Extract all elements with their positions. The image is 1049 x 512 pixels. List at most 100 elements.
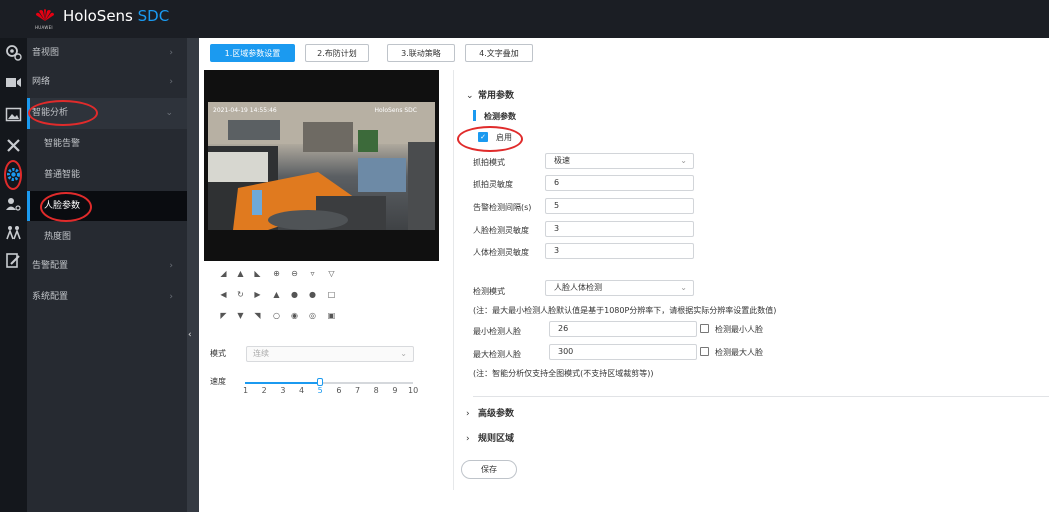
fullscreen-icon[interactable]: □	[325, 288, 338, 301]
ptz-mode-label: 模式	[210, 349, 226, 358]
speed-tick-label: 3	[280, 386, 286, 395]
chevron-down-icon: ⌄	[165, 108, 173, 118]
iris-close-icon[interactable]: ●	[288, 288, 301, 301]
face-sensitivity-input[interactable]: 3	[545, 221, 694, 237]
cruise-icon[interactable]: ◉	[288, 309, 301, 322]
video-icon[interactable]	[5, 74, 22, 91]
people-icon[interactable]	[5, 224, 22, 241]
user-search-icon[interactable]	[5, 196, 22, 213]
capture-mode-value: 极速	[554, 156, 570, 165]
ptz-stop-icon[interactable]: ↻	[234, 288, 247, 301]
ptz-down-right-button[interactable]: ◥	[251, 309, 264, 322]
preset-icon[interactable]: ○	[270, 309, 283, 322]
speed-tick-label: 1	[243, 386, 249, 395]
detect-max-face-label: 检测最大人脸	[715, 348, 763, 357]
snapshot-icon[interactable]: ▣	[325, 309, 338, 322]
sidebar-subitem-smart-alarm[interactable]: 智能告警	[27, 129, 187, 159]
capture-mode-select[interactable]: 极速 ⌄	[545, 153, 694, 169]
fullframe-note: (注：智能分析仅支持全图模式(不支持区域裁剪等))	[473, 369, 654, 378]
face-sensitivity-label: 人脸检测灵敏度	[473, 226, 529, 235]
brand-suffix: SDC	[137, 7, 170, 25]
annotation-ring-enable	[457, 126, 523, 152]
save-button[interactable]: 保存	[461, 460, 517, 479]
annotation-ring-gear	[4, 160, 22, 190]
section-title: 高级参数	[478, 409, 515, 419]
focus-near-icon[interactable]: ▿	[306, 267, 319, 280]
tools-icon[interactable]	[5, 137, 22, 154]
ptz-up-right-button[interactable]: ◣	[251, 267, 264, 280]
sidebar-subitem-general-smart[interactable]: 普通智能	[27, 160, 187, 190]
alarm-interval-label: 告警检测间隔(s)	[473, 203, 532, 212]
chevron-left-icon: ‹	[188, 330, 192, 340]
chevron-down-icon: ⌄	[680, 283, 687, 292]
sidebar-subitem-heatmap[interactable]: 热度图	[27, 222, 187, 252]
detect-min-face-checkbox[interactable]	[700, 324, 709, 333]
section-rule-area[interactable]: › 规则区域	[466, 431, 514, 444]
sidebar-item-label: 告警配置	[32, 261, 69, 271]
capture-mode-label: 抓拍模式	[473, 158, 505, 167]
ptz-down-button[interactable]: ▼	[234, 309, 247, 322]
detect-mode-select[interactable]: 人脸人体检测 ⌄	[545, 280, 694, 296]
ptz-mode-value: 连续	[253, 349, 269, 358]
section-title: 规则区域	[478, 434, 515, 444]
ptz-right-button[interactable]: ▶	[251, 288, 264, 301]
speed-tick-label: 6	[336, 386, 342, 395]
settings-panel: ⌄ 常用参数 检测参数 ✓ 启用 抓拍模式 极速 ⌄ 抓拍灵敏度 6 告警检测间隔(…	[453, 70, 1049, 490]
ptz-mode-select[interactable]: 连续 ⌄	[246, 346, 414, 362]
record-icon[interactable]: ◎	[306, 309, 319, 322]
min-face-input[interactable]: 26	[549, 321, 697, 337]
section-advanced-params[interactable]: › 高级参数	[466, 406, 514, 419]
chevron-down-icon: ⌄	[680, 156, 687, 165]
sidebar-collapse-handle[interactable]: ‹	[187, 38, 199, 512]
zoom-out-icon[interactable]: ⊖	[288, 267, 301, 280]
light-icon[interactable]: ●	[306, 288, 319, 301]
ptz-up-left-button[interactable]: ◢	[217, 267, 230, 280]
iris-open-icon[interactable]: ▲	[270, 288, 283, 301]
top-bar: HUAWEI HoloSens SDC	[0, 0, 1049, 38]
chevron-right-icon: ›	[169, 48, 173, 58]
edit-icon[interactable]	[5, 252, 22, 269]
ptz-speed-slider-thumb[interactable]	[316, 378, 323, 386]
section-common-params[interactable]: ⌄ 常用参数	[466, 88, 514, 101]
detect-mode-value: 人脸人体检测	[554, 283, 602, 292]
chevron-right-icon: ›	[466, 434, 470, 444]
ptz-left-button[interactable]: ◀	[217, 288, 230, 301]
ptz-down-left-button[interactable]: ◤	[217, 309, 230, 322]
body-sensitivity-input[interactable]: 3	[545, 243, 694, 259]
active-indicator	[27, 191, 30, 221]
huawei-logo	[36, 9, 54, 21]
step-linkage-policy[interactable]: 3.联动策略	[387, 44, 455, 62]
speed-tick-label: 5	[317, 386, 323, 395]
step-area-params[interactable]: 1.区域参数设置	[210, 44, 295, 62]
ptz-speed-slider-fill	[245, 382, 320, 384]
image-icon[interactable]	[5, 106, 22, 123]
annotation-ring-face-params	[40, 192, 92, 222]
ptz-up-button[interactable]: ▲	[234, 267, 247, 280]
sidebar-item-alarm-config[interactable]: 告警配置 ›	[27, 251, 187, 282]
sidebar-item-network[interactable]: 网络 ›	[27, 67, 187, 98]
chevron-right-icon: ›	[466, 409, 470, 419]
detect-max-face-checkbox[interactable]	[700, 347, 709, 356]
camera-settings-icon[interactable]	[5, 44, 22, 61]
focus-far-icon[interactable]: ▽	[325, 267, 338, 280]
max-face-input[interactable]: 300	[549, 344, 697, 360]
speed-tick-label: 10	[408, 386, 419, 395]
sidebar-item-audio-video[interactable]: 音视图 ›	[27, 38, 187, 69]
section-divider	[473, 396, 1049, 397]
step-arming-schedule[interactable]: 2.布防计划	[305, 44, 369, 62]
detect-mode-label: 检测模式	[473, 287, 505, 296]
min-face-label: 最小检测人脸	[473, 327, 521, 336]
step-text-overlay[interactable]: 4.文字叠加	[465, 44, 533, 62]
sidebar-item-system-config[interactable]: 系统配置 ›	[27, 282, 187, 313]
alarm-interval-input[interactable]: 5	[545, 198, 694, 214]
live-video-preview[interactable]: 2021-04-19 14:55:46 HoloSens SDC	[204, 70, 439, 261]
icon-rail	[0, 38, 27, 512]
speed-tick-label: 8	[373, 386, 379, 395]
brand-name: HoloSens	[63, 7, 133, 25]
capture-sensitivity-label: 抓拍灵敏度	[473, 180, 513, 189]
video-osd-text: HoloSens SDC	[374, 107, 417, 114]
zoom-in-icon[interactable]: ⊕	[270, 267, 283, 280]
speed-tick-label: 9	[392, 386, 398, 395]
sidebar-subitem-label: 普通智能	[44, 170, 81, 180]
capture-sensitivity-input[interactable]: 6	[545, 175, 694, 191]
